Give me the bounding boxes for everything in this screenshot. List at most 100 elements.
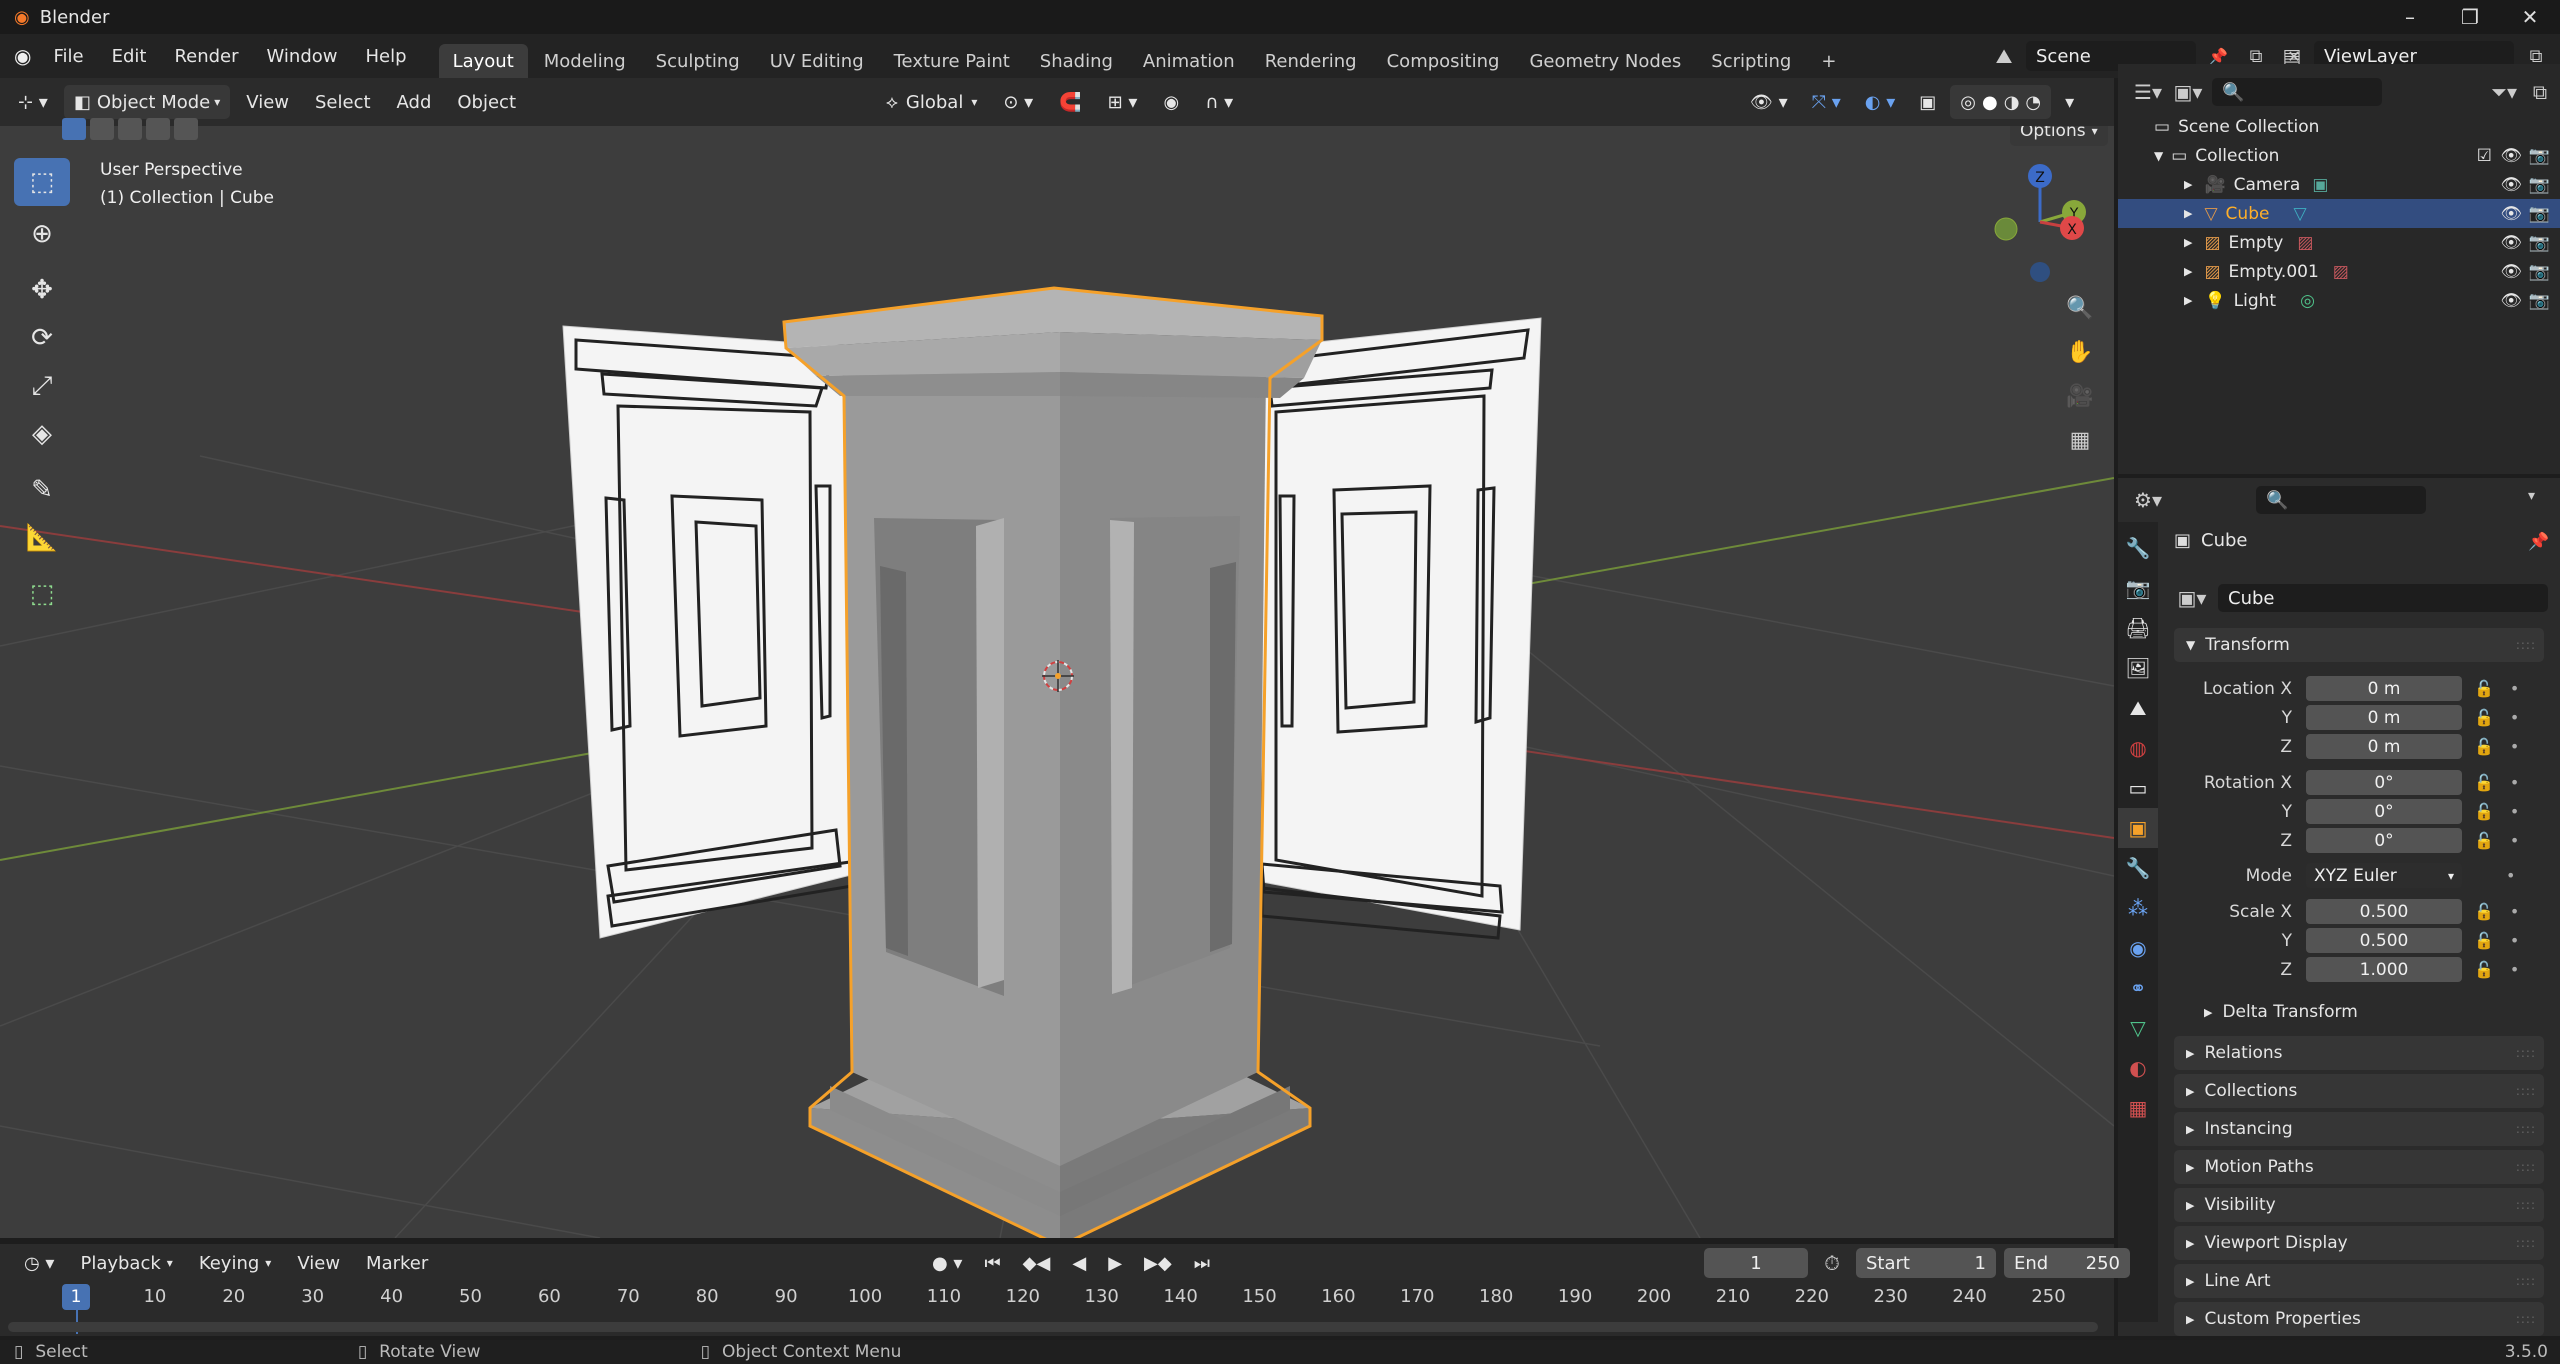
lock-icon[interactable]: 🔓 bbox=[2474, 960, 2494, 979]
keyframe-dot-icon[interactable]: • bbox=[2510, 737, 2519, 756]
select-subtract-icon[interactable] bbox=[118, 118, 142, 140]
collections-panel-header[interactable]: ▶ Collections:::: bbox=[2174, 1074, 2544, 1108]
rotation-x-field[interactable]: 0° bbox=[2306, 770, 2462, 795]
maximize-button[interactable]: ❐ bbox=[2440, 0, 2500, 34]
select-new-icon[interactable] bbox=[62, 118, 86, 140]
lock-icon[interactable]: 🔓 bbox=[2474, 708, 2494, 727]
tab-sculpting[interactable]: Sculpting bbox=[642, 44, 754, 78]
falloff-icon[interactable]: ∩ ▾ bbox=[1195, 85, 1243, 119]
panel-grip-icon[interactable]: :::: bbox=[2516, 1046, 2536, 1060]
outliner-item-empty[interactable]: ▶ ▨ Empty ▨ 👁 📷 bbox=[2118, 228, 2560, 257]
physics-tab-icon[interactable]: ◉ bbox=[2118, 928, 2158, 968]
material-tab-icon[interactable]: ◐ bbox=[2118, 1048, 2158, 1088]
pan-hand-icon[interactable]: ✋ bbox=[2060, 330, 2100, 374]
current-frame-field[interactable]: 1 bbox=[1704, 1248, 1808, 1278]
camera-view-icon[interactable]: 🎥 bbox=[2060, 374, 2100, 418]
lock-icon[interactable]: 🔓 bbox=[2474, 831, 2494, 850]
eye-icon[interactable]: 👁 bbox=[2500, 233, 2522, 253]
lock-icon[interactable]: 🔓 bbox=[2474, 902, 2494, 921]
outliner-item-cube[interactable]: ▶ ▽ Cube ▽ 👁 📷 bbox=[2118, 199, 2560, 228]
keyframe-dot-icon[interactable]: • bbox=[2510, 679, 2519, 698]
eye-icon[interactable]: 👁 bbox=[2500, 262, 2522, 282]
outliner-item-empty-001[interactable]: ▶ ▨ Empty.001 ▨ 👁 📷 bbox=[2118, 257, 2560, 286]
tab-animation[interactable]: Animation bbox=[1129, 44, 1249, 78]
playback-menu[interactable]: Playback ▾ bbox=[70, 1246, 182, 1280]
timeline-view-menu[interactable]: View bbox=[287, 1246, 350, 1280]
select-extend-icon[interactable] bbox=[90, 118, 114, 140]
render-camera-icon[interactable]: 📷 bbox=[2529, 204, 2550, 224]
annotate-icon[interactable]: ✎ bbox=[14, 466, 70, 514]
delta-transform-subpanel[interactable]: ▶ Delta Transform bbox=[2204, 1002, 2358, 1022]
cursor-icon[interactable]: ⊕ bbox=[14, 210, 70, 258]
keyframe-dot-icon[interactable]: • bbox=[2510, 960, 2519, 979]
snap-icon[interactable]: 🧲 bbox=[1049, 85, 1091, 119]
lock-icon[interactable]: 🔓 bbox=[2474, 773, 2494, 792]
select-intersect-icon[interactable] bbox=[174, 118, 198, 140]
object-browse-icon[interactable]: ▣▾ bbox=[2174, 582, 2210, 614]
solid-shading-icon[interactable]: ● bbox=[1982, 92, 1998, 113]
tab-compositing[interactable]: Compositing bbox=[1373, 44, 1514, 78]
overlay-toggle-icon[interactable]: ◐ ▾ bbox=[1855, 85, 1905, 119]
play-reverse-icon[interactable]: ◀ bbox=[1062, 1246, 1096, 1280]
scene-tab-icon[interactable]: ⛰ bbox=[2118, 688, 2158, 728]
render-camera-icon[interactable]: 📷 bbox=[2529, 146, 2550, 166]
view-layer-tab-icon[interactable]: 🖼 bbox=[2118, 648, 2158, 688]
chevron-down-icon[interactable]: ▼ bbox=[2154, 149, 2163, 163]
shading-options-icon[interactable]: ▾ bbox=[2055, 85, 2084, 119]
display-mode-icon[interactable]: ▣▾ bbox=[2172, 76, 2204, 108]
scale-z-field[interactable]: 1.000 bbox=[2306, 957, 2462, 982]
filter-icon[interactable]: ⏷▾ bbox=[2488, 76, 2520, 108]
wireframe-shading-icon[interactable]: ◎ bbox=[1960, 92, 1976, 113]
particles-tab-icon[interactable]: ⁂ bbox=[2118, 888, 2158, 928]
lock-icon[interactable]: 🔓 bbox=[2474, 679, 2494, 698]
select-box-icon[interactable]: ⬚ bbox=[14, 158, 70, 206]
tab-layout[interactable]: Layout bbox=[438, 44, 528, 78]
outliner-editor-icon[interactable]: ☰▾ bbox=[2132, 76, 2164, 108]
pivot-point-icon[interactable]: ⊙ ▾ bbox=[993, 85, 1043, 119]
motion-paths-panel-header[interactable]: ▶ Motion Paths:::: bbox=[2174, 1150, 2544, 1184]
timeline-scrollbar[interactable] bbox=[8, 1322, 2098, 1332]
viewport-display-panel-header[interactable]: ▶ Viewport Display:::: bbox=[2174, 1226, 2544, 1260]
panel-grip-icon[interactable]: :::: bbox=[2516, 1198, 2536, 1212]
tab-modeling[interactable]: Modeling bbox=[530, 44, 640, 78]
outliner-scene-collection[interactable]: ▭ Scene Collection bbox=[2118, 112, 2560, 141]
mode-dropdown[interactable]: ◧ Object Mode ▾ bbox=[63, 85, 231, 119]
render-camera-icon[interactable]: 📷 bbox=[2529, 233, 2550, 253]
properties-search-input[interactable]: 🔍 bbox=[2256, 486, 2426, 514]
keyframe-dot-icon[interactable]: • bbox=[2510, 931, 2519, 950]
outliner-item-light[interactable]: ▶ 💡 Light ◎ 👁 📷 bbox=[2118, 286, 2560, 315]
collection-checkbox[interactable]: ☑ bbox=[2477, 146, 2492, 166]
panel-grip-icon[interactable]: :::: bbox=[2516, 1312, 2536, 1326]
chevron-right-icon[interactable]: ▶ bbox=[2184, 294, 2192, 307]
navigation-gizmo[interactable]: Z Y X bbox=[1994, 164, 2086, 282]
constraints-tab-icon[interactable]: ⚭ bbox=[2118, 968, 2158, 1008]
empty-image-right[interactable] bbox=[1260, 317, 1542, 940]
output-tab-icon[interactable]: 🖨 bbox=[2118, 608, 2158, 648]
tab-texture-paint[interactable]: Texture Paint bbox=[880, 44, 1024, 78]
collection-tab-icon[interactable]: ▭ bbox=[2118, 768, 2158, 808]
world-tab-icon[interactable]: ◍ bbox=[2118, 728, 2158, 768]
keyframe-dot-icon[interactable]: • bbox=[2510, 902, 2519, 921]
menu-render[interactable]: Render bbox=[160, 34, 252, 78]
custom-properties-panel-header[interactable]: ▶ Custom Properties:::: bbox=[2174, 1302, 2544, 1336]
scene-icon[interactable]: ⛰ bbox=[1988, 40, 2020, 72]
data-tab-icon[interactable]: ▽ bbox=[2118, 1008, 2158, 1048]
3d-viewport[interactable]: Z Y X User Perspective (1) Collection | … bbox=[0, 126, 2114, 1238]
snap-target-icon[interactable]: ⊞ ▾ bbox=[1098, 85, 1148, 119]
chevron-right-icon[interactable]: ▶ bbox=[2184, 265, 2192, 278]
add-cube-icon[interactable]: ⬚ bbox=[14, 570, 70, 618]
eye-icon[interactable]: 👁 bbox=[2500, 204, 2522, 224]
keyframe-dot-icon[interactable]: • bbox=[2510, 831, 2519, 850]
modifier-tab-icon[interactable]: 🔧 bbox=[2118, 848, 2158, 888]
eye-icon[interactable]: 👁 bbox=[2500, 175, 2522, 195]
object-name-field[interactable]: Cube bbox=[2218, 584, 2548, 612]
location-z-field[interactable]: 0 m bbox=[2306, 734, 2462, 759]
menu-select[interactable]: Select bbox=[305, 85, 381, 119]
properties-editor-icon[interactable]: ⚙▾ bbox=[2132, 484, 2164, 516]
jump-start-icon[interactable]: ⏮ bbox=[974, 1246, 1010, 1280]
options-dropdown[interactable]: Options ▾ bbox=[2010, 126, 2108, 146]
eye-icon[interactable]: 👁 bbox=[2500, 291, 2522, 311]
location-y-field[interactable]: 0 m bbox=[2306, 705, 2462, 730]
menu-file[interactable]: File bbox=[39, 34, 97, 78]
tool-tab-icon[interactable]: 🔧 bbox=[2118, 528, 2158, 568]
